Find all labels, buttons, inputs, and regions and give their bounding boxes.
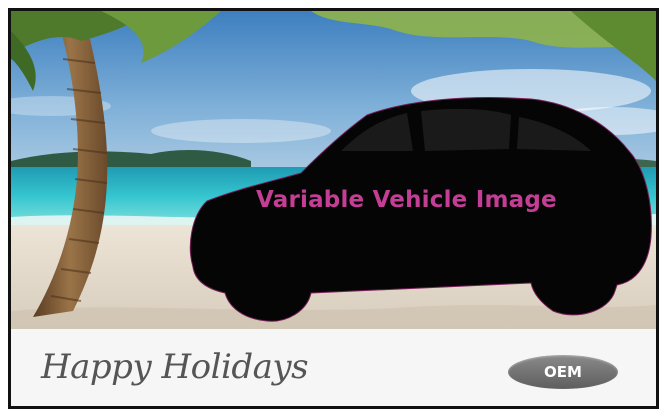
card-footer: Happy Holidays OEM [11, 329, 656, 406]
beach-illustration [11, 11, 656, 329]
greeting-text: Happy Holidays [41, 347, 309, 387]
beach-scene-image: Variable Vehicle Image [11, 11, 656, 329]
oem-badge: OEM [508, 355, 618, 389]
holiday-card: Variable Vehicle Image Happy Holidays OE… [8, 8, 659, 409]
cloud [151, 119, 331, 143]
car-window [421, 108, 511, 151]
vehicle-image-placeholder-label: Variable Vehicle Image [256, 187, 557, 213]
